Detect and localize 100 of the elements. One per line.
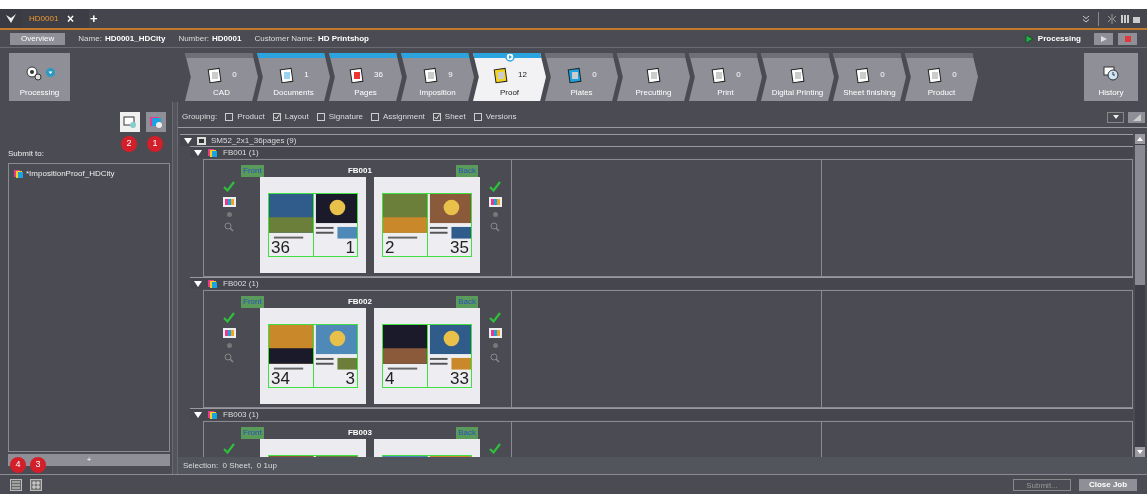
color-sheet-icon (207, 409, 218, 420)
sheet-view-button[interactable] (120, 112, 140, 132)
dot-icon (492, 343, 498, 348)
callout-badge: 3 (30, 457, 46, 473)
scrollbar[interactable] (1135, 134, 1145, 457)
grouping-checkbox[interactable] (225, 113, 234, 121)
sheet-preview[interactable]: 4 33 (382, 324, 472, 388)
step-label: Imposition (419, 87, 456, 99)
workflow-step-icon (854, 66, 873, 84)
layout-icons[interactable] (1107, 13, 1141, 24)
color-proof-icon (149, 116, 163, 128)
front-label: Front (241, 295, 264, 308)
expand-arrow-icon[interactable] (194, 411, 202, 418)
play-icon (1100, 35, 1107, 42)
list-icon[interactable] (10, 478, 22, 491)
grouping-option[interactable]: Sheet (444, 111, 466, 123)
sheet-group-label[interactable]: FB001 (1) (223, 146, 259, 159)
grouping-option[interactable]: Versions (485, 111, 517, 123)
submit-to-label: Submit to: (8, 148, 45, 160)
workflow-step-icon (422, 66, 441, 84)
step-count: 0 (736, 69, 741, 81)
expand-arrow-icon[interactable] (184, 137, 192, 144)
layout-group-label[interactable]: SM52_2x1_36pages (9) (211, 134, 297, 147)
step-label: Proof (499, 87, 520, 99)
proof-view-button[interactable] (146, 112, 166, 132)
front-label: Front (241, 164, 264, 177)
front-label: Front (241, 426, 264, 439)
color-sheet-icon (207, 147, 218, 158)
expand-arrow-icon[interactable] (194, 280, 202, 287)
stop-button[interactable] (1118, 32, 1137, 45)
submit-target-item[interactable]: *ImpositionProof_HDCity (26, 168, 115, 180)
grouping-checkbox[interactable] (316, 113, 325, 121)
grouping-checkbox[interactable] (432, 113, 441, 121)
checkmark-icon (223, 181, 235, 192)
step-count: 1 (304, 69, 309, 81)
step-label: Documents (273, 87, 314, 99)
workflow-step-icon (566, 66, 585, 84)
layout-icon (197, 136, 206, 145)
dropdown-button[interactable] (1107, 111, 1124, 123)
field-value: HD0001 (212, 32, 242, 45)
grouping-option[interactable]: Signature (328, 111, 363, 123)
grouping-checkbox[interactable] (371, 113, 379, 121)
step-count: 9 (448, 69, 453, 81)
workflow-step[interactable]: 12 Proof (473, 53, 546, 101)
callout-badge: 2 (121, 136, 137, 152)
workflow-step-icon (644, 66, 663, 84)
back-label: Back (456, 164, 478, 177)
dot-icon (492, 212, 498, 217)
close-tab-button[interactable]: × (67, 9, 74, 28)
expand-arrow-icon[interactable] (194, 149, 202, 156)
step-label: Plates (570, 87, 593, 99)
play-icon (1024, 33, 1034, 44)
sheet-preview[interactable]: 36 1 (268, 193, 358, 257)
workflow-step-icon (492, 66, 511, 84)
page-number: 35 (450, 239, 469, 256)
workflow-step-icon (710, 66, 729, 84)
sheet-preview[interactable]: 2 35 (382, 193, 472, 257)
field-label: Name: (78, 32, 102, 45)
color-pages-icon (488, 197, 502, 207)
step-count: 0 (232, 69, 237, 81)
double-chevron-icon[interactable] (1082, 14, 1090, 23)
sheet-preview[interactable]: 34 3 (268, 324, 358, 388)
sheet-preview-icon (123, 116, 137, 128)
sheet-group-label[interactable]: FB002 (1) (223, 277, 259, 290)
checkmark-icon (489, 312, 501, 323)
workflow-step-icon (926, 66, 945, 84)
field-label: Customer Name: (254, 32, 315, 45)
grouping-checkbox[interactable] (272, 113, 281, 121)
field-value: HD0001_HDCity (104, 32, 166, 45)
page-number: 1 (345, 239, 355, 256)
magnifier-icon[interactable] (224, 222, 234, 232)
page-number: 34 (271, 370, 290, 387)
step-label: Precutting (635, 87, 672, 99)
sheet-group-label[interactable]: FB003 (1) (223, 408, 259, 421)
selection-status: Selection: 0 Sheet, 0 1up (183, 459, 277, 472)
magnifier-icon[interactable] (224, 353, 234, 363)
new-tab-button[interactable]: + (86, 9, 102, 28)
status-label: Processing (1037, 32, 1081, 45)
app-logo-icon[interactable] (5, 13, 17, 24)
grid-icon[interactable] (30, 478, 42, 491)
step-label: Pages (354, 87, 377, 99)
grouping-option[interactable]: Product (237, 111, 265, 123)
callout-badge: 1 (147, 136, 163, 152)
grouping-checkbox[interactable] (473, 113, 482, 121)
grouping-option[interactable]: Assignment (383, 111, 425, 123)
sheet-name: FB002 (346, 295, 373, 308)
grouping-label: Grouping: (182, 111, 218, 123)
back-label: Back (456, 426, 478, 439)
filter-button[interactable] (1128, 111, 1145, 123)
sheet-name: FB001 (346, 164, 373, 177)
scroll-up-icon[interactable] (1137, 137, 1143, 141)
magnifier-icon[interactable] (490, 353, 500, 363)
page-number: 4 (385, 370, 395, 387)
grouping-option[interactable]: Layout (284, 111, 309, 123)
callout-badge: 4 (10, 457, 26, 473)
run-button[interactable] (1094, 32, 1113, 45)
step-count: 0 (592, 69, 597, 81)
magnifier-icon[interactable] (490, 222, 500, 232)
scroll-down-icon[interactable] (1137, 450, 1143, 454)
color-pages-icon (488, 328, 502, 338)
